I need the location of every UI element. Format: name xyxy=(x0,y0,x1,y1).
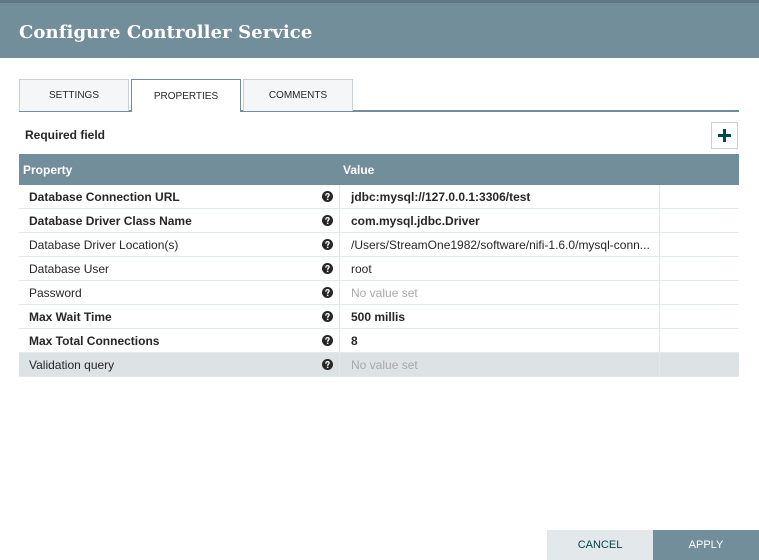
property-name: Database Connection URL xyxy=(29,190,180,204)
table-body: Database Connection URL jdbc:mysql://127.… xyxy=(19,185,739,377)
table-row[interactable]: Database Driver Class Name com.mysql.jdbc… xyxy=(19,209,739,233)
property-value: com.mysql.jdbc.Driver xyxy=(351,214,480,228)
tab-comments[interactable]: COMMENTS xyxy=(243,79,353,111)
cancel-button[interactable]: CANCEL xyxy=(547,530,653,560)
property-value: /Users/StreamOne1982/software/nifi-1.6.0… xyxy=(351,238,650,252)
required-field-label: Required field xyxy=(25,128,106,142)
help-icon[interactable] xyxy=(322,215,333,226)
table-row[interactable]: Database User root xyxy=(19,257,739,281)
value-cell[interactable]: No value set xyxy=(339,353,660,376)
properties-table: Property Value Database Connection URL jd… xyxy=(19,154,739,377)
value-cell[interactable]: 500 millis xyxy=(339,305,660,328)
help-icon[interactable] xyxy=(322,263,333,274)
property-value: root xyxy=(351,262,372,276)
tab-properties[interactable]: PROPERTIES xyxy=(131,79,241,112)
property-value: No value set xyxy=(351,286,418,300)
help-icon[interactable] xyxy=(322,287,333,298)
property-name: Max Wait Time xyxy=(29,310,112,324)
table-row[interactable]: Max Total Connections 8 xyxy=(19,329,739,353)
table-row[interactable]: Database Connection URL jdbc:mysql://127.… xyxy=(19,185,739,209)
value-cell[interactable]: jdbc:mysql://127.0.0.1:3306/test xyxy=(339,185,660,208)
apply-button[interactable]: APPLY xyxy=(653,530,759,560)
help-icon[interactable] xyxy=(322,335,333,346)
property-name: Database Driver Location(s) xyxy=(29,238,179,252)
table-row[interactable]: Password No value set xyxy=(19,281,739,305)
plus-icon xyxy=(718,129,731,142)
property-name: Password xyxy=(29,286,82,300)
table-row[interactable]: Database Driver Location(s) /Users/Stream… xyxy=(19,233,739,257)
property-name: Validation query xyxy=(29,358,115,372)
column-header-value: Value xyxy=(343,163,375,177)
value-cell[interactable]: No value set xyxy=(339,281,660,304)
dialog-header: Configure Controller Service xyxy=(0,0,759,58)
property-value: 500 millis xyxy=(351,310,406,324)
value-cell[interactable]: com.mysql.jdbc.Driver xyxy=(339,209,660,232)
property-value: jdbc:mysql://127.0.0.1:3306/test xyxy=(351,190,531,204)
help-icon[interactable] xyxy=(322,191,333,202)
property-value: No value set xyxy=(351,358,418,372)
property-name: Database User xyxy=(29,262,110,276)
column-header-property: Property xyxy=(23,163,73,177)
value-cell[interactable]: 8 xyxy=(339,329,660,352)
help-icon[interactable] xyxy=(322,359,333,370)
table-row[interactable]: Validation query No value set xyxy=(19,353,739,377)
property-value: 8 xyxy=(351,334,358,348)
add-property-button[interactable] xyxy=(711,122,738,149)
dialog-title: Configure Controller Service xyxy=(19,22,313,43)
table-row[interactable]: Max Wait Time 500 millis xyxy=(19,305,739,329)
table-header: Property Value xyxy=(19,154,739,185)
tab-settings[interactable]: SETTINGS xyxy=(19,79,129,111)
property-name: Database Driver Class Name xyxy=(29,214,192,228)
value-cell[interactable]: /Users/StreamOne1982/software/nifi-1.6.0… xyxy=(339,233,660,256)
property-name: Max Total Connections xyxy=(29,334,160,348)
help-icon[interactable] xyxy=(322,311,333,322)
value-cell[interactable]: root xyxy=(339,257,660,280)
tab-bar: SETTINGS PROPERTIES COMMENTS xyxy=(19,79,739,112)
help-icon[interactable] xyxy=(322,239,333,250)
